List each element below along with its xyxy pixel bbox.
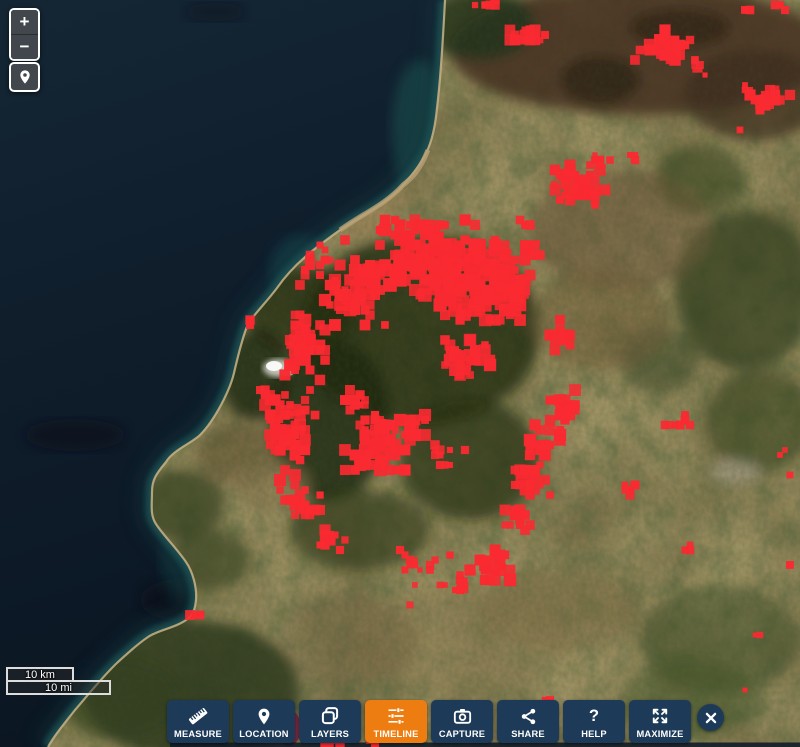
toolbar-button-label: HELP bbox=[581, 729, 607, 739]
toolbar-button-timeline[interactable]: TIMELINE bbox=[365, 700, 427, 743]
satellite-map[interactable] bbox=[0, 0, 800, 747]
layers-icon bbox=[320, 706, 340, 727]
toolbar-button-label: LAYERS bbox=[311, 729, 349, 739]
expand-icon bbox=[650, 706, 670, 727]
toolbar-button-help[interactable]: ? HELP bbox=[563, 700, 625, 743]
toolbar-button-label: LOCATION bbox=[239, 729, 288, 739]
zoom-control: + − bbox=[9, 8, 40, 61]
location-pin-icon bbox=[17, 69, 33, 85]
question-icon: ? bbox=[584, 706, 604, 727]
scale-mi: 10 mi bbox=[6, 680, 111, 695]
toolbar-button-label: CAPTURE bbox=[439, 729, 485, 739]
locate-me-button[interactable] bbox=[9, 62, 40, 92]
share-icon bbox=[519, 706, 538, 727]
toolbar-button-maximize[interactable]: MAXIMIZE bbox=[629, 700, 691, 743]
map-pin-icon bbox=[255, 706, 273, 727]
toolbar-button-label: MEASURE bbox=[174, 729, 222, 739]
sliders-icon bbox=[385, 706, 407, 727]
toolbar-button-share[interactable]: SHARE bbox=[497, 700, 559, 743]
toolbar-button-label: MAXIMIZE bbox=[636, 729, 683, 739]
toolbar-button-capture[interactable]: CAPTURE bbox=[431, 700, 493, 743]
ruler-icon bbox=[187, 706, 209, 727]
svg-text:?: ? bbox=[589, 706, 599, 725]
close-button[interactable] bbox=[697, 704, 724, 731]
zoom-in-button[interactable]: + bbox=[11, 10, 38, 34]
fire-map-widget: + − 10 km 10 mi MEASURE LOCATION bbox=[0, 0, 800, 747]
toolbar-button-label: TIMELINE bbox=[374, 729, 419, 739]
toolbar-button-measure[interactable]: MEASURE bbox=[167, 700, 229, 743]
map-toolbar: MEASURE LOCATION LAYERS TIMELINE CAPTURE bbox=[167, 700, 724, 743]
camera-icon bbox=[452, 706, 473, 727]
toolbar-button-location[interactable]: LOCATION bbox=[233, 700, 295, 743]
toolbar-button-layers[interactable]: LAYERS bbox=[299, 700, 361, 743]
scale-control: 10 km 10 mi bbox=[6, 667, 111, 695]
close-icon bbox=[704, 711, 718, 725]
zoom-out-button[interactable]: − bbox=[11, 34, 38, 59]
toolbar-button-label: SHARE bbox=[511, 729, 545, 739]
